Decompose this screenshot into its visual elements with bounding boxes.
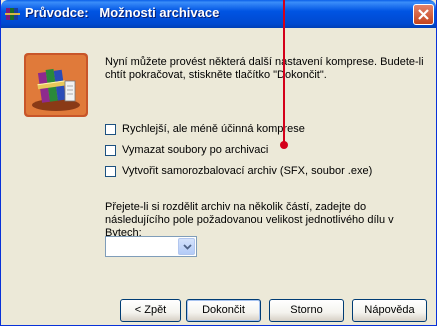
chevron-down-icon [183,244,192,250]
option-label[interactable]: Vymazat soubory po archivaci [122,144,268,156]
back-button[interactable]: < Zpět [120,299,181,322]
checkbox[interactable] [105,124,116,135]
option-label[interactable]: Vytvořit samorozbalovací archiv (SFX, so… [122,165,372,177]
help-button[interactable]: Nápověda [352,299,427,322]
cancel-button[interactable]: Storno [269,299,344,322]
finish-button[interactable]: Dokončit [186,299,261,322]
wizard-window: Průvodce: Možnosti archivace Nyní můžete… [0,0,437,326]
close-button[interactable] [413,4,434,25]
intro-text: Nyní můžete provést některá další nastav… [105,56,424,81]
option-label[interactable]: Rychlejší, ale méně účinná komprese [122,123,305,135]
window-title: Průvodce: Možnosti archivace [25,5,220,20]
winrar-books-icon [5,8,20,20]
annotation-dot [280,141,288,149]
checkbox[interactable] [105,145,116,156]
volume-size-combobox[interactable] [105,236,197,257]
annotation-line [283,0,285,143]
checkbox[interactable] [105,166,116,177]
dropdown-button[interactable] [178,238,195,255]
title-bar[interactable]: Průvodce: Možnosti archivace [1,0,436,28]
split-volume-text: Přejete-li si rozdělit archiv na několik… [105,201,394,239]
close-icon [418,9,429,20]
wizard-content: Nyní můžete provést některá další nastav… [6,28,430,322]
winrar-logo-icon [24,53,88,117]
